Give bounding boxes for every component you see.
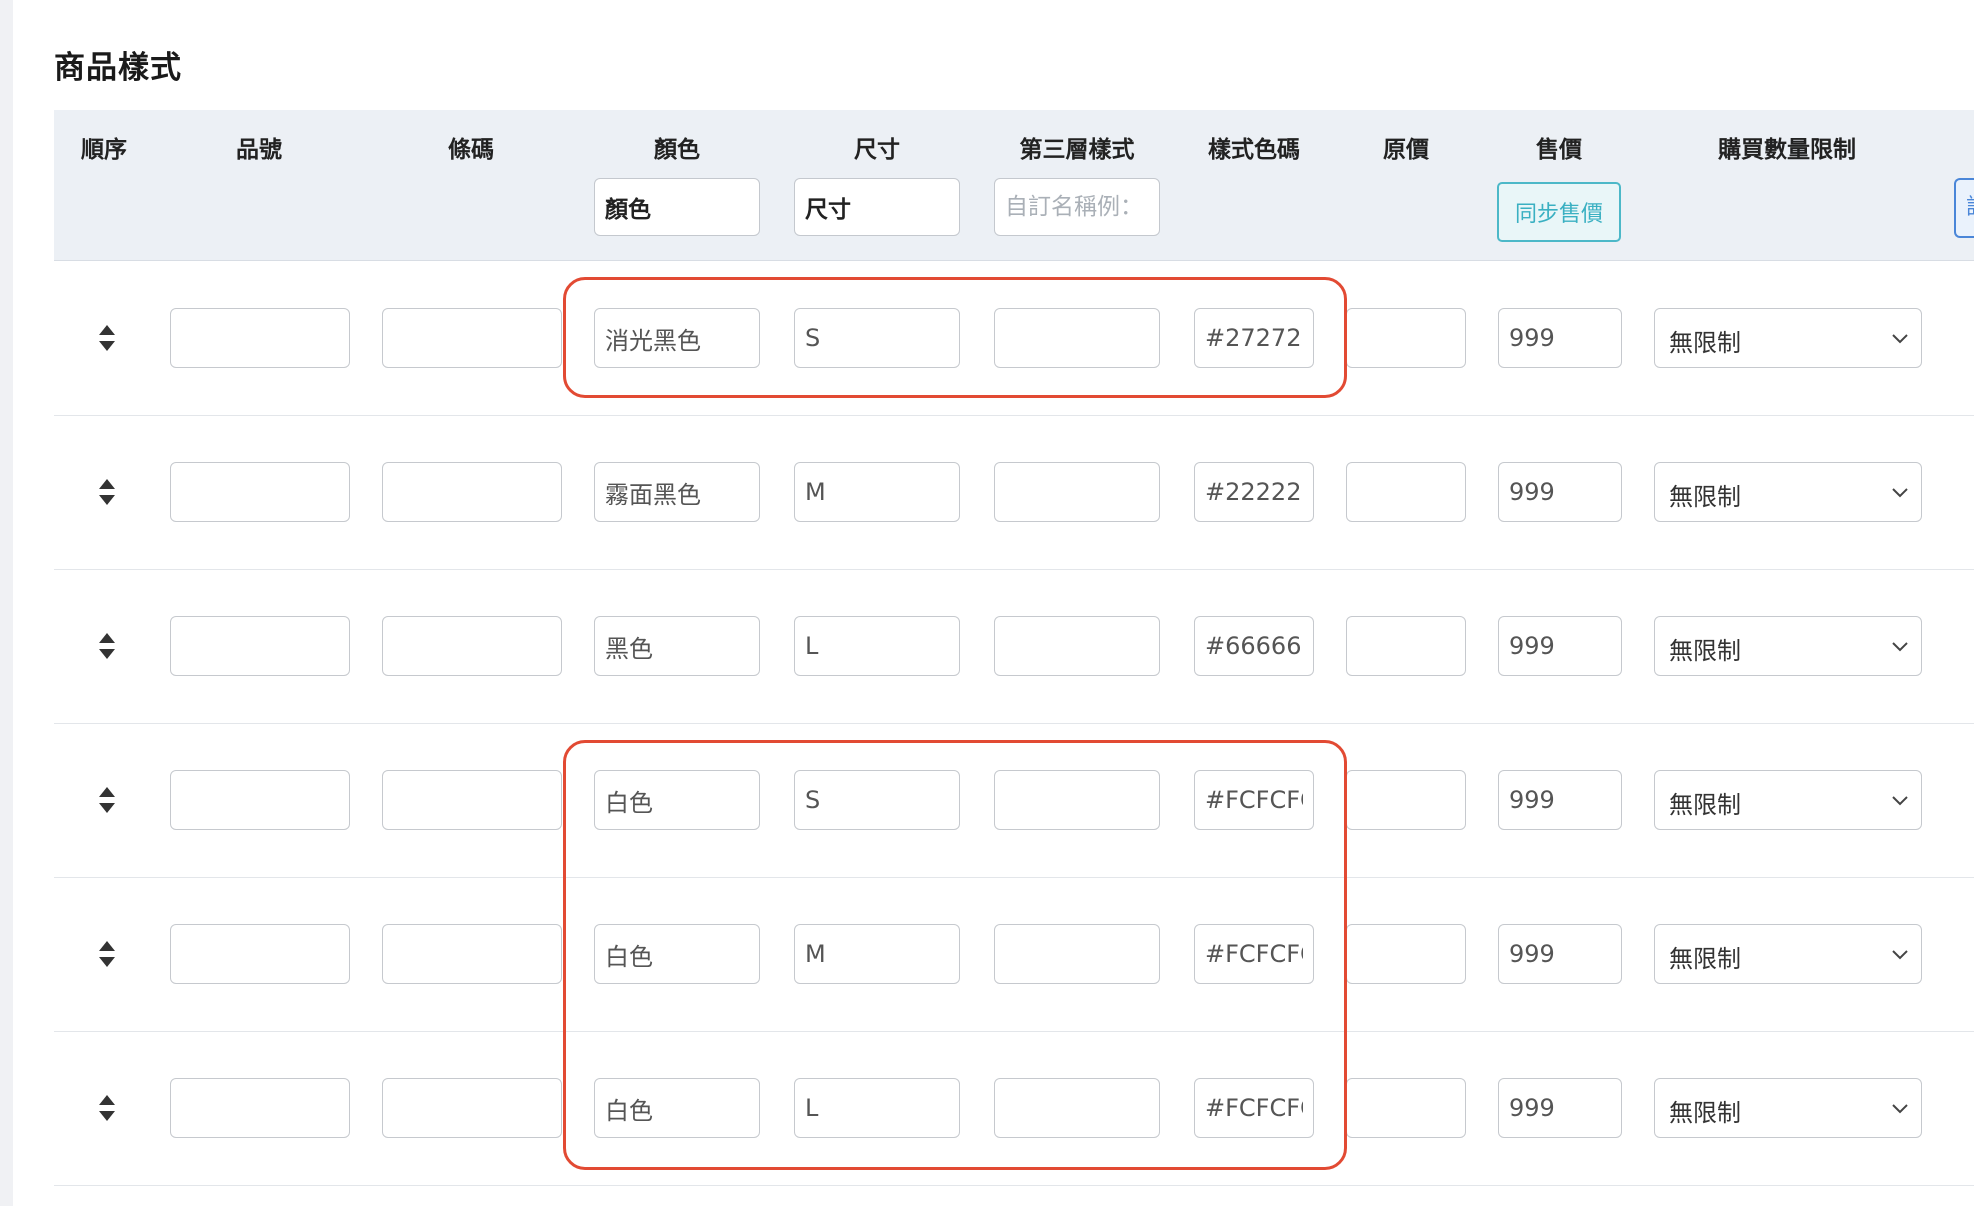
barcode-input[interactable] bbox=[382, 770, 562, 830]
sort-handle-icon[interactable] bbox=[94, 322, 120, 354]
third-level-input[interactable] bbox=[994, 308, 1160, 368]
color-code-input[interactable] bbox=[1194, 1078, 1314, 1138]
table-header: 順序 品號 條碼 顏色 尺寸 第三層樣式 樣式色碼 原價 售價 購買數量限制 同… bbox=[54, 110, 1974, 261]
original-price-input[interactable] bbox=[1346, 770, 1466, 830]
third-level-input[interactable] bbox=[994, 616, 1160, 676]
sku-input[interactable] bbox=[170, 924, 350, 984]
sale-price-input[interactable] bbox=[1498, 308, 1622, 368]
barcode-input[interactable] bbox=[382, 462, 562, 522]
purchase-limit-value: 無限制 bbox=[1669, 1099, 1741, 1127]
purchase-limit-select[interactable]: 無限制 bbox=[1654, 924, 1922, 984]
purchase-limit-value: 無限制 bbox=[1669, 791, 1741, 819]
col-header-purchase-limit: 購買數量限制 bbox=[1718, 137, 1856, 163]
original-price-input[interactable] bbox=[1346, 616, 1466, 676]
sku-input[interactable] bbox=[170, 308, 350, 368]
size-input[interactable] bbox=[794, 770, 960, 830]
purchase-limit-select[interactable]: 無限制 bbox=[1654, 616, 1922, 676]
chevron-down-icon bbox=[1892, 334, 1908, 344]
color-code-input[interactable] bbox=[1194, 462, 1314, 522]
col-header-barcode: 條碼 bbox=[448, 137, 494, 163]
color-code-input[interactable] bbox=[1194, 616, 1314, 676]
chevron-down-icon bbox=[1892, 796, 1908, 806]
table-row: 無限制 bbox=[54, 570, 1974, 724]
color-input[interactable] bbox=[594, 308, 760, 368]
chevron-down-icon bbox=[1892, 1104, 1908, 1114]
color-code-input[interactable] bbox=[1194, 924, 1314, 984]
third-level-name-input[interactable] bbox=[994, 178, 1160, 236]
page-gutter bbox=[0, 0, 13, 1206]
purchase-limit-select[interactable]: 無限制 bbox=[1654, 308, 1922, 368]
col-header-original-price: 原價 bbox=[1383, 137, 1429, 163]
col-header-size: 尺寸 bbox=[854, 137, 900, 163]
purchase-limit-value: 無限制 bbox=[1669, 329, 1741, 357]
color-dimension-name-input[interactable] bbox=[594, 178, 760, 236]
table-row: 無限制 bbox=[54, 1032, 1974, 1186]
third-level-input[interactable] bbox=[994, 924, 1160, 984]
barcode-input[interactable] bbox=[382, 616, 562, 676]
sale-price-input[interactable] bbox=[1498, 462, 1622, 522]
color-input[interactable] bbox=[594, 924, 760, 984]
sale-price-input[interactable] bbox=[1498, 770, 1622, 830]
color-input[interactable] bbox=[594, 770, 760, 830]
table-row: 無限制 bbox=[54, 416, 1974, 570]
color-input[interactable] bbox=[594, 1078, 760, 1138]
size-input[interactable] bbox=[794, 1078, 960, 1138]
sort-handle-icon[interactable] bbox=[94, 938, 120, 970]
barcode-input[interactable] bbox=[382, 924, 562, 984]
color-input[interactable] bbox=[594, 616, 760, 676]
third-level-input[interactable] bbox=[994, 1078, 1160, 1138]
chevron-down-icon bbox=[1892, 950, 1908, 960]
col-header-color: 顏色 bbox=[654, 137, 700, 163]
sku-input[interactable] bbox=[170, 616, 350, 676]
purchase-limit-value: 無限制 bbox=[1669, 945, 1741, 973]
col-header-third-level: 第三層樣式 bbox=[1019, 137, 1135, 163]
purchase-limit-value: 無限制 bbox=[1669, 637, 1741, 665]
third-level-input[interactable] bbox=[994, 462, 1160, 522]
size-dimension-name-input[interactable] bbox=[794, 178, 960, 236]
sort-handle-icon[interactable] bbox=[94, 630, 120, 662]
third-level-input[interactable] bbox=[994, 770, 1160, 830]
purchase-limit-select[interactable]: 無限制 bbox=[1654, 770, 1922, 830]
original-price-input[interactable] bbox=[1346, 308, 1466, 368]
original-price-input[interactable] bbox=[1346, 1078, 1466, 1138]
sku-input[interactable] bbox=[170, 1078, 350, 1138]
sort-handle-icon[interactable] bbox=[94, 1092, 120, 1124]
section-title: 商品樣式 bbox=[54, 50, 182, 86]
original-price-input[interactable] bbox=[1346, 462, 1466, 522]
barcode-input[interactable] bbox=[382, 1078, 562, 1138]
col-header-sku: 品號 bbox=[236, 137, 282, 163]
sync-price-button[interactable]: 同步售價 bbox=[1497, 182, 1621, 242]
purchase-limit-select[interactable]: 無限制 bbox=[1654, 1078, 1922, 1138]
chevron-down-icon bbox=[1892, 642, 1908, 652]
color-code-input[interactable] bbox=[1194, 770, 1314, 830]
size-input[interactable] bbox=[794, 616, 960, 676]
purchase-limit-value: 無限制 bbox=[1669, 483, 1741, 511]
original-price-input[interactable] bbox=[1346, 924, 1466, 984]
sale-price-input[interactable] bbox=[1498, 616, 1622, 676]
chevron-down-icon bbox=[1892, 488, 1908, 498]
size-input[interactable] bbox=[794, 924, 960, 984]
table-row: 無限制 bbox=[54, 262, 1974, 416]
size-input[interactable] bbox=[794, 462, 960, 522]
purchase-limit-select[interactable]: 無限制 bbox=[1654, 462, 1922, 522]
sku-input[interactable] bbox=[170, 770, 350, 830]
table-row: 無限制 bbox=[54, 878, 1974, 1032]
cut-off-header-button[interactable]: 設 bbox=[1954, 178, 1974, 238]
sale-price-input[interactable] bbox=[1498, 924, 1622, 984]
sort-handle-icon[interactable] bbox=[94, 476, 120, 508]
sort-handle-icon[interactable] bbox=[94, 784, 120, 816]
col-header-color-code: 樣式色碼 bbox=[1208, 137, 1300, 163]
col-header-sale-price: 售價 bbox=[1536, 137, 1582, 163]
sale-price-input[interactable] bbox=[1498, 1078, 1622, 1138]
color-input[interactable] bbox=[594, 462, 760, 522]
barcode-input[interactable] bbox=[382, 308, 562, 368]
color-code-input[interactable] bbox=[1194, 308, 1314, 368]
table-row: 無限制 bbox=[54, 724, 1974, 878]
size-input[interactable] bbox=[794, 308, 960, 368]
sku-input[interactable] bbox=[170, 462, 350, 522]
col-header-order: 順序 bbox=[81, 137, 127, 163]
